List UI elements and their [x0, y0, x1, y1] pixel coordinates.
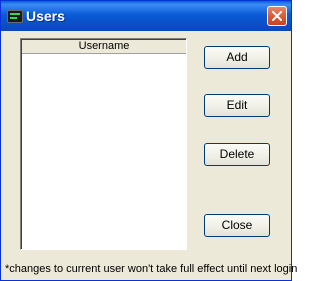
close-icon: [272, 11, 282, 21]
add-button[interactable]: Add: [204, 46, 270, 69]
title-bar[interactable]: Users: [1, 1, 291, 31]
username-column-header[interactable]: Username: [22, 40, 186, 54]
edit-button[interactable]: Edit: [204, 94, 270, 117]
footnote-text: *changes to current user won't take full…: [5, 263, 298, 275]
terminal-icon: [7, 10, 23, 23]
users-dialog: Users Username Add Edit Delete Close *ch…: [0, 0, 297, 281]
user-list[interactable]: Username: [20, 38, 187, 250]
close-button[interactable]: Close: [204, 214, 270, 237]
window-title: Users: [26, 8, 65, 24]
delete-button[interactable]: Delete: [204, 143, 270, 166]
window-close-button[interactable]: [267, 6, 287, 26]
